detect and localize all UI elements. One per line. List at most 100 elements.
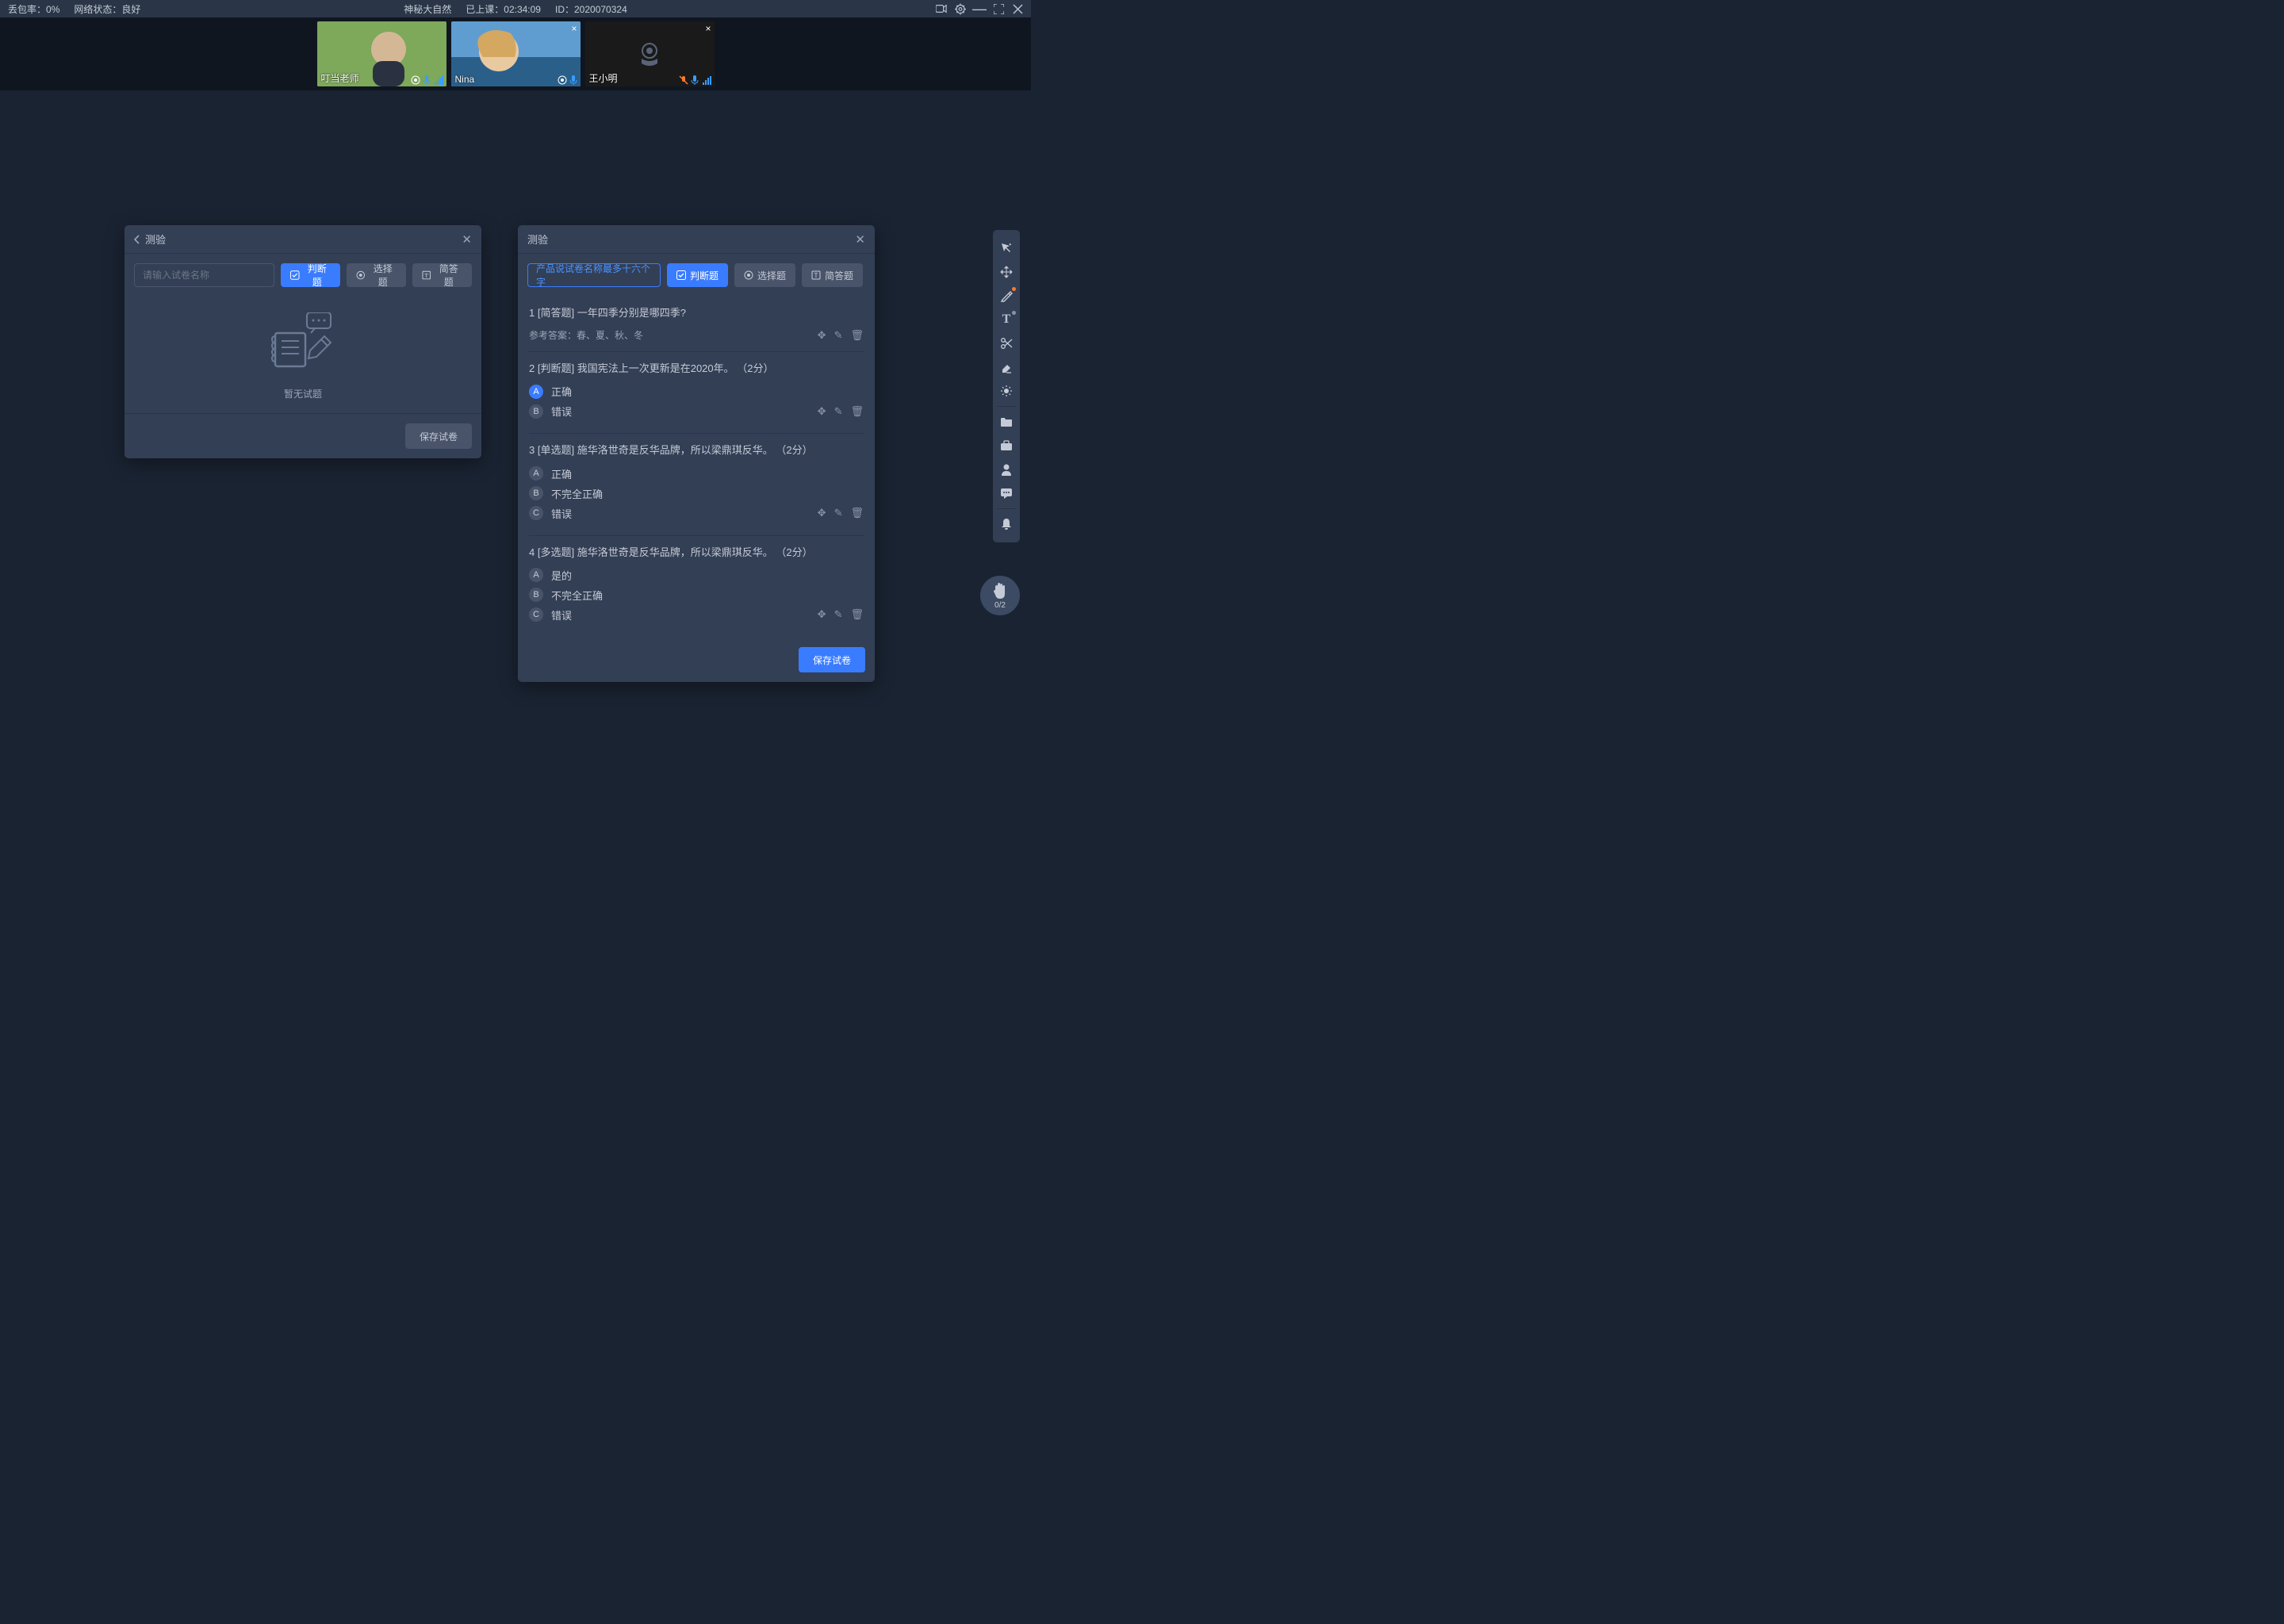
option-letter: B — [529, 404, 543, 419]
move-icon[interactable]: ✥ — [818, 608, 826, 621]
tool-pen-icon[interactable] — [993, 284, 1020, 308]
add-short-button[interactable]: T 简答题 — [802, 263, 863, 287]
panel-close-icon[interactable]: ✕ — [855, 232, 865, 247]
delete-icon[interactable]: 🗑 — [850, 405, 864, 418]
settings-icon[interactable] — [955, 3, 966, 14]
add-choice-button[interactable]: 选择题 — [347, 263, 406, 287]
minimize-icon[interactable]: — — [974, 3, 985, 14]
panel-close-icon[interactable]: ✕ — [462, 232, 472, 247]
video-name: 叮当老师 — [321, 71, 359, 85]
tool-briefcase-icon[interactable] — [993, 434, 1020, 458]
camera-flip-icon[interactable] — [936, 3, 947, 14]
video-close-icon[interactable]: × — [571, 23, 577, 34]
option-text: 错误 — [551, 506, 572, 521]
option-row[interactable]: A 正确 — [529, 384, 864, 399]
option-row[interactable]: A 正确 — [529, 466, 864, 481]
option-letter: C — [529, 607, 543, 622]
move-icon[interactable]: ✥ — [818, 405, 826, 418]
option-text: 不完全正确 — [551, 486, 603, 501]
option-letter: B — [529, 588, 543, 602]
question-item: 2 [判断题] 我国宪法上一次更新是在2020年。 （2分） A 正确 B 错误… — [529, 352, 864, 434]
svg-text:T: T — [814, 272, 818, 279]
option-text: 正确 — [551, 466, 572, 481]
option-row[interactable]: B 不完全正确 — [529, 588, 864, 603]
option-letter: C — [529, 506, 543, 520]
add-judge-button[interactable]: 判断题 — [667, 263, 728, 287]
option-row[interactable]: A 是的 — [529, 568, 864, 583]
video-tile-camera-off[interactable]: × 王小明 — [585, 21, 715, 86]
save-button[interactable]: 保存试卷 — [799, 647, 865, 672]
quiz-name-input[interactable] — [134, 263, 274, 287]
course-title: 神秘大自然 — [404, 2, 451, 16]
record-icon — [411, 75, 420, 85]
empty-text: 暂无试题 — [284, 387, 322, 400]
tool-user-icon[interactable] — [993, 458, 1020, 481]
edit-icon[interactable]: ✎ — [834, 405, 843, 418]
tool-brightness-icon[interactable] — [993, 379, 1020, 403]
question-title: 2 [判断题] 我国宪法上一次更新是在2020年。 （2分） — [529, 362, 864, 376]
tool-text-icon[interactable]: T — [993, 308, 1020, 331]
video-status-icons — [411, 75, 443, 85]
video-tile-student[interactable]: × Nina — [451, 21, 581, 86]
question-item: 1 [简答题] 一年四季分别是哪四季? 参考答案： 春、夏、秋、冬 ✥ ✎ 🗑 — [529, 297, 864, 352]
video-name: 王小明 — [589, 71, 618, 85]
network-status: 网络状态：良好 — [74, 2, 140, 16]
fullscreen-icon[interactable] — [993, 3, 1004, 14]
question-title: 3 [单选题] 施华洛世奇是反华品牌，所以梁鼎琪反华。 （2分） — [529, 443, 864, 458]
video-name: Nina — [455, 74, 475, 85]
save-button[interactable]: 保存试卷 — [405, 423, 472, 449]
empty-state: 暂无试题 — [125, 297, 481, 413]
hand-icon — [992, 582, 1008, 599]
camera-off-icon — [635, 40, 664, 68]
option-text: 正确 — [551, 384, 572, 399]
delete-icon[interactable]: 🗑 — [850, 507, 864, 519]
short-icon: T — [422, 270, 431, 280]
move-icon[interactable]: ✥ — [818, 507, 826, 519]
video-strip: 叮当老师 × Nina × 王小明 — [0, 17, 1031, 90]
question-item: 4 [多选题] 施华洛世奇是反华品牌，所以梁鼎琪反华。 （2分） A 是的 B … — [529, 536, 864, 637]
add-choice-button[interactable]: 选择题 — [734, 263, 795, 287]
elapsed-time: 已上课：02:34:09 — [466, 2, 541, 16]
video-status-icons — [679, 75, 711, 85]
video-close-icon[interactable]: × — [705, 23, 711, 34]
record-icon — [558, 75, 567, 85]
option-letter: A — [529, 385, 543, 399]
tool-scissors-icon[interactable] — [993, 331, 1020, 355]
add-judge-button[interactable]: 判断题 — [281, 263, 340, 287]
tool-folder-icon[interactable] — [993, 410, 1020, 434]
video-status-icons — [558, 75, 577, 85]
tool-move-icon[interactable] — [993, 260, 1020, 284]
quiz-name-input[interactable]: 产品说试卷名称最多十六个字 — [527, 263, 661, 287]
move-icon[interactable]: ✥ — [818, 329, 826, 342]
hand-raise-badge[interactable]: 0/2 — [980, 576, 1020, 615]
option-text: 是的 — [551, 568, 572, 583]
tool-chat-icon[interactable] — [993, 481, 1020, 505]
quiz-panel-empty: 测验 ✕ 判断题 选择题 T 简答题 — [125, 225, 481, 458]
tool-eraser-icon[interactable] — [993, 355, 1020, 379]
option-row[interactable]: C 错误 ✥ ✎ 🗑 — [529, 506, 864, 521]
choice-icon — [356, 270, 366, 280]
video-tile-teacher[interactable]: 叮当老师 — [317, 21, 446, 86]
add-short-button[interactable]: T 简答题 — [412, 263, 472, 287]
topbar: 丢包率：0% 网络状态：良好 神秘大自然 已上课：02:34:09 ID：202… — [0, 0, 1031, 17]
back-icon[interactable] — [134, 235, 140, 244]
edit-icon[interactable]: ✎ — [834, 507, 843, 519]
panel-title: 测验 — [527, 232, 548, 247]
option-letter: B — [529, 486, 543, 500]
option-text: 错误 — [551, 607, 572, 622]
delete-icon[interactable]: 🗑 — [850, 608, 864, 621]
close-icon[interactable] — [1012, 3, 1023, 14]
tool-bell-icon[interactable] — [993, 512, 1020, 536]
option-text: 不完全正确 — [551, 588, 603, 603]
option-letter: A — [529, 568, 543, 582]
answer-text: 春、夏、秋、冬 — [577, 328, 643, 342]
option-row[interactable]: C 错误 ✥ ✎ 🗑 — [529, 607, 864, 622]
edit-icon[interactable]: ✎ — [834, 329, 843, 342]
edit-icon[interactable]: ✎ — [834, 608, 843, 621]
tool-cursor-star-icon[interactable] — [993, 236, 1020, 260]
question-list[interactable]: 1 [简答题] 一年四季分别是哪四季? 参考答案： 春、夏、秋、冬 ✥ ✎ 🗑 … — [518, 297, 875, 638]
panel-title: 测验 — [145, 232, 166, 247]
option-row[interactable]: B 不完全正确 — [529, 486, 864, 501]
option-row[interactable]: B 错误 ✥ ✎ 🗑 — [529, 404, 864, 419]
delete-icon[interactable]: 🗑 — [850, 329, 864, 342]
